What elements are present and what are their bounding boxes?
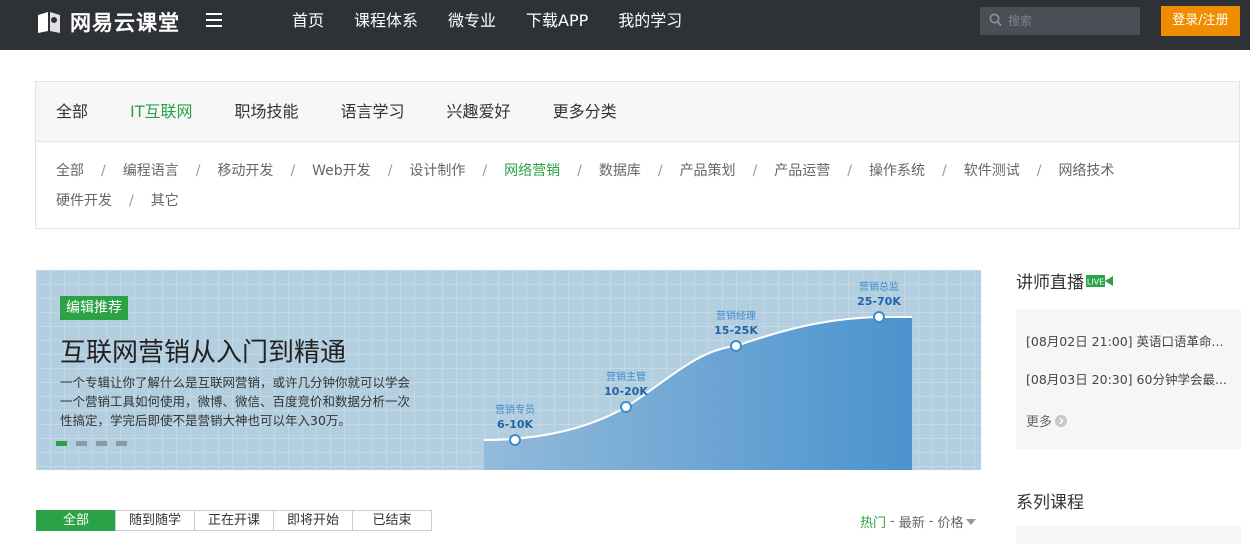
- course-status-tabs: 全部 随到随学 正在开课 即将开始 已结束: [36, 510, 432, 531]
- sort-separator: -: [890, 514, 895, 529]
- subcategory-separator: /: [101, 163, 106, 179]
- subcategory-link[interactable]: 硬件开发: [56, 186, 112, 216]
- category-main-tabs: 全部 IT互联网 职场技能 语言学习 兴趣爱好 更多分类: [36, 82, 1239, 142]
- course-status-tab[interactable]: 随到随学: [115, 510, 195, 531]
- banner-dot[interactable]: [116, 441, 127, 446]
- subcategory-link[interactable]: 操作系统: [869, 156, 925, 186]
- sort-option[interactable]: 价格: [937, 512, 963, 531]
- live-title: 讲师直播: [1016, 273, 1084, 293]
- live-list-panel: [08月02日 21:00] 英语口语革命... [08月03日 20:30] …: [1016, 309, 1241, 449]
- subcategory-separator: /: [577, 163, 582, 179]
- category-tab[interactable]: IT互联网: [130, 82, 193, 141]
- career-role-label: 营销经理: [716, 309, 756, 322]
- course-status-tab[interactable]: 全部: [36, 510, 116, 531]
- featured-banner[interactable]: 编辑推荐 互联网营销从入门到精通 一个专辑让你了解什么是互联网营销，或许几分钟你…: [36, 270, 981, 470]
- course-status-tab[interactable]: 已结束: [352, 510, 432, 531]
- category-tab[interactable]: 兴趣爱好: [447, 82, 511, 141]
- banner-pagination: [56, 441, 136, 446]
- career-salary-label: 10-20K: [604, 385, 648, 398]
- career-point-marker: [620, 401, 632, 413]
- subcategory-separator: /: [387, 163, 393, 179]
- subcategory-separator: /: [752, 163, 758, 179]
- career-role-label: 营销主管: [606, 370, 646, 383]
- hamburger-menu-icon[interactable]: [206, 13, 222, 27]
- live-item[interactable]: [08月02日 21:00] 英语口语革命...: [1026, 331, 1231, 350]
- more-live-link[interactable]: 更多: [1026, 411, 1068, 430]
- live-section-header: 讲师直播 LIVE: [1016, 268, 1114, 293]
- category-tab[interactable]: 职场技能: [235, 82, 299, 141]
- career-role-label: 营销总监: [859, 280, 899, 293]
- banner-dot[interactable]: [56, 441, 67, 446]
- top-navigation-bar: 网易云课堂 首页 课程体系 微专业 下载APP 我的学习 登录/注册: [0, 0, 1250, 50]
- banner-dot[interactable]: [76, 441, 87, 446]
- career-point-marker: [509, 434, 521, 446]
- nav-home[interactable]: 首页: [292, 0, 324, 44]
- subcategory-link[interactable]: 编程语言: [123, 156, 179, 186]
- subcategory-link[interactable]: 网络营销: [504, 156, 560, 186]
- logo-book-icon: [38, 12, 60, 33]
- banner-description: 一个专辑让你了解什么是互联网营销，或许几分钟你就可以学会一个营销工具如何使用，微…: [60, 375, 411, 428]
- search-icon[interactable]: [989, 13, 1002, 27]
- subcategory-link[interactable]: 其它: [151, 186, 179, 216]
- sort-option[interactable]: 热门: [860, 512, 886, 531]
- logo-text: 网易云课堂: [70, 11, 180, 35]
- series-section-title: 系列课程: [1016, 493, 1084, 513]
- category-tab[interactable]: 全部: [56, 82, 88, 141]
- sort-option[interactable]: 最新: [899, 512, 925, 531]
- career-role-label: 营销专员: [495, 403, 535, 416]
- subcategory-link[interactable]: 软件测试: [964, 156, 1020, 186]
- nav-download-app[interactable]: 下载APP: [526, 0, 588, 44]
- caret-down-icon[interactable]: [966, 518, 977, 525]
- more-label: 更多: [1026, 415, 1053, 430]
- chevron-right-circle-icon: [1055, 414, 1068, 427]
- login-register-button[interactable]: 登录/注册: [1161, 6, 1240, 36]
- subcategory-link[interactable]: 全部: [56, 156, 84, 186]
- nav-course-system[interactable]: 课程体系: [354, 0, 418, 44]
- career-curve-area: [484, 317, 912, 470]
- subcategory-link[interactable]: Web开发: [312, 156, 371, 186]
- subcategory-separator: /: [290, 163, 296, 179]
- subcategory-link[interactable]: 产品运营: [774, 156, 830, 186]
- nav-my-learning[interactable]: 我的学习: [618, 0, 682, 44]
- subcategory-separator: /: [1036, 163, 1042, 179]
- category-sub-list: 全部 / 编程语言 / 移动开发 / Web开发 / 设计制作 / 网络营销 / 数据库 / 产品策划 / 产品…: [36, 142, 1206, 216]
- site-logo[interactable]: 网易云课堂: [36, 7, 180, 37]
- banner-title: 互联网营销从入门到精通: [60, 338, 347, 368]
- live-item[interactable]: [08月03日 20:30] 60分钟学会最...: [1026, 369, 1231, 388]
- career-salary-label: 6-10K: [497, 418, 534, 431]
- career-salary-label: 15-25K: [714, 324, 758, 337]
- category-filter-panel: 全部 IT互联网 职场技能 语言学习 兴趣爱好 更多分类 全部 / 编程语言 / 移动开发 / Web…: [35, 81, 1240, 229]
- category-tab[interactable]: 语言学习: [341, 82, 405, 141]
- sort-options: 热门 - 最新 - 价格: [860, 512, 977, 531]
- subcategory-separator: /: [942, 163, 947, 179]
- subcategory-link[interactable]: 产品策划: [680, 156, 736, 186]
- sort-separator: -: [928, 514, 934, 529]
- subcategory-separator: /: [847, 163, 852, 179]
- subcategory-link[interactable]: 设计制作: [409, 156, 465, 186]
- live-camera-icon: LIVE: [1086, 274, 1113, 287]
- main-nav: 首页 课程体系 微专业 下载APP 我的学习: [292, 0, 712, 44]
- banner-dot[interactable]: [96, 441, 107, 446]
- subcategory-separator: /: [482, 163, 488, 179]
- career-salary-label: 25-70K: [857, 295, 901, 308]
- search-box: [980, 7, 1140, 35]
- subcategory-separator: /: [657, 163, 663, 179]
- subcategory-link[interactable]: 移动开发: [217, 156, 273, 186]
- course-status-tab[interactable]: 即将开始: [273, 510, 353, 531]
- course-status-tab[interactable]: 正在开课: [194, 510, 274, 531]
- subcategory-separator: /: [195, 163, 201, 179]
- career-point-marker: [730, 340, 742, 352]
- career-growth-graphic: 营销专员 6-10K 营销主管 10-20K 营销经理 15-25K 营销总监 25-70K: [483, 280, 912, 470]
- category-tab[interactable]: 更多分类: [553, 82, 617, 141]
- subcategory-link[interactable]: 数据库: [599, 156, 641, 186]
- svg-text:LIVE: LIVE: [1087, 277, 1104, 286]
- nav-micro-major[interactable]: 微专业: [448, 0, 496, 44]
- series-list-panel: [1016, 526, 1241, 544]
- subcategory-link[interactable]: 网络技术: [1058, 156, 1114, 186]
- subcategory-separator: /: [129, 193, 134, 209]
- search-input[interactable]: [1008, 7, 1136, 35]
- career-point-marker: [873, 311, 885, 323]
- editor-pick-badge: 编辑推荐: [60, 296, 128, 320]
